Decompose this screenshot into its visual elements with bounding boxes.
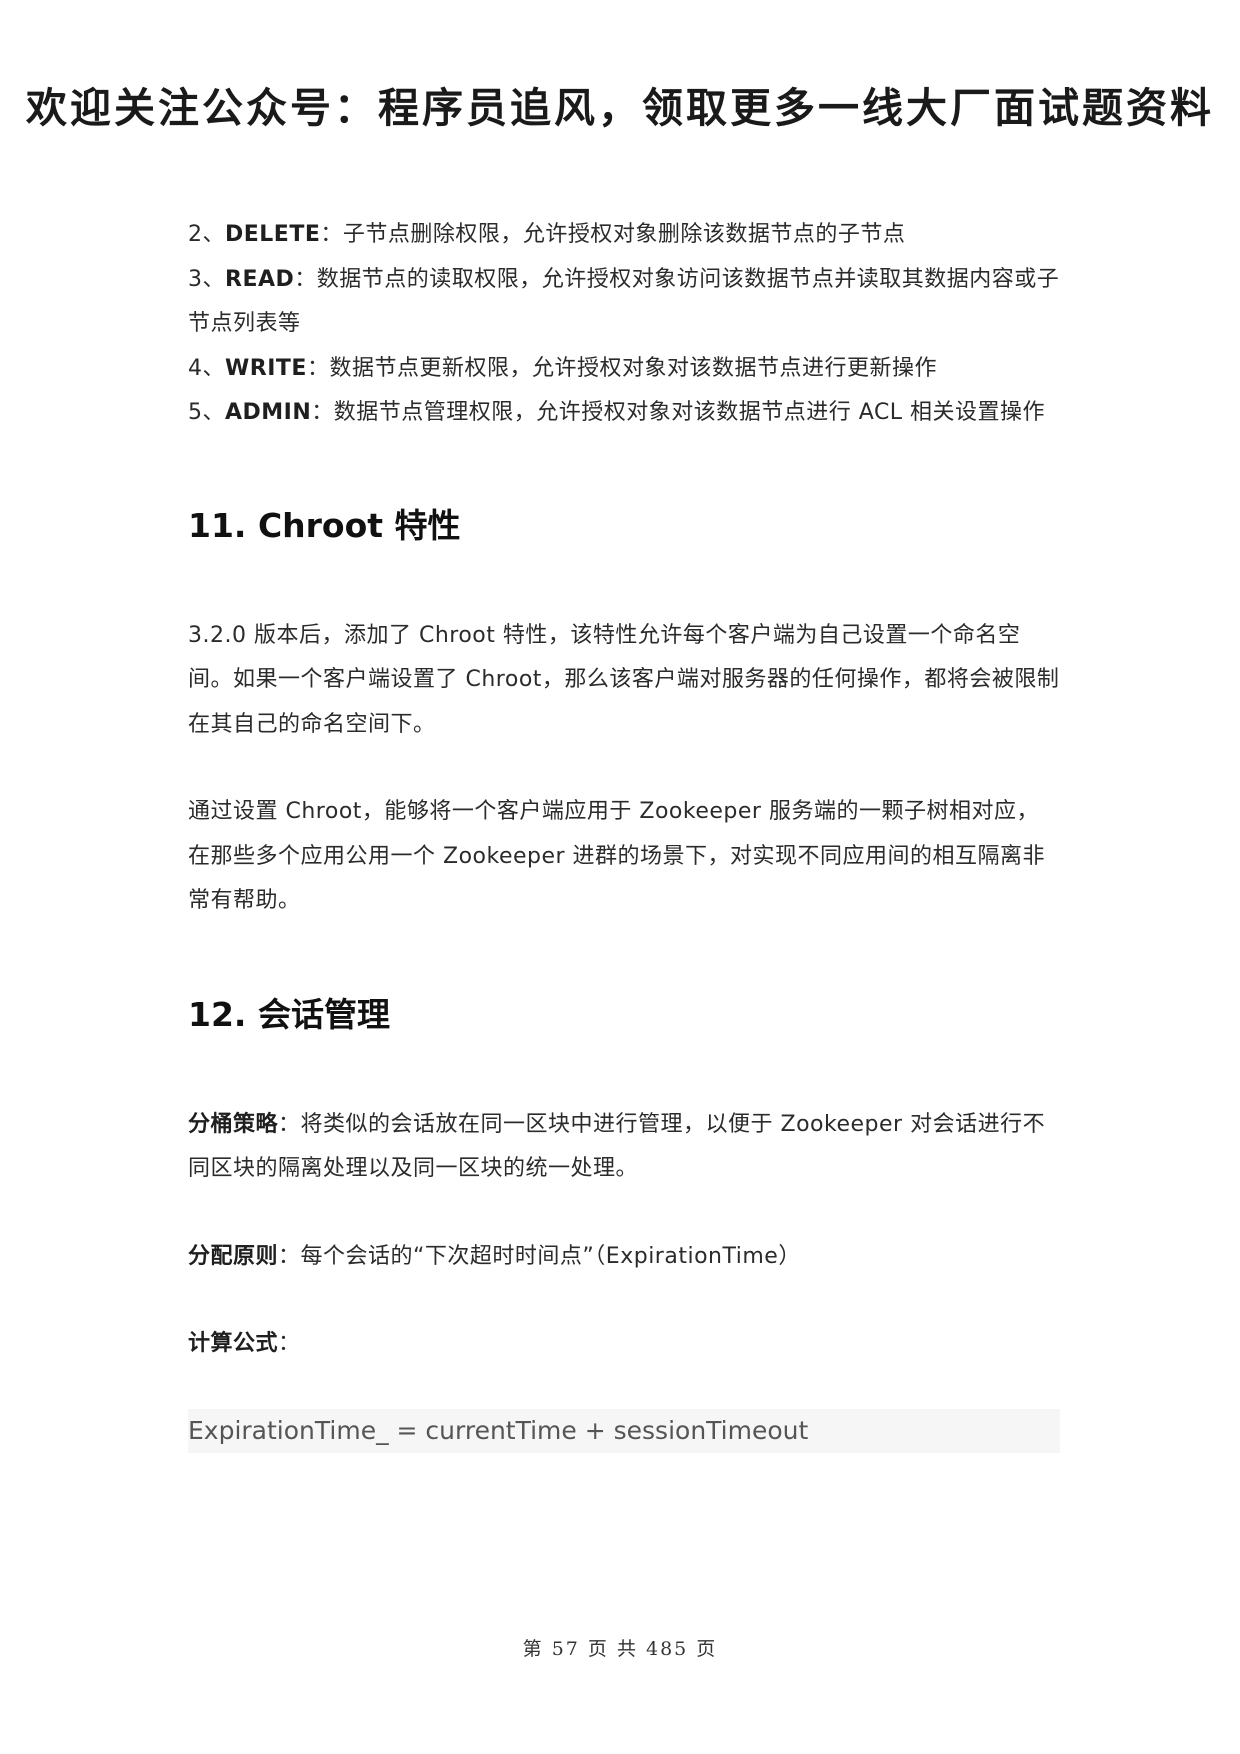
permission-list: 2、DELETE：子节点删除权限，允许授权对象删除该数据节点的子节点 3、REA… xyxy=(188,213,1060,436)
permission-name: DELETE xyxy=(225,222,321,247)
permission-name: ADMIN xyxy=(225,400,312,425)
permission-name: WRITE xyxy=(225,355,307,381)
section-heading-session: 12. 会话管理 xyxy=(188,994,390,1034)
formula-code-block: ExpirationTime_ = currentTime + sessionT… xyxy=(188,1408,1060,1453)
page-number-footer: 第 57 页 共 485 页 xyxy=(522,1638,718,1660)
allocation-rule-text: ：每个会话的“下次超时时间点”（ExpirationTime） xyxy=(278,1243,801,1269)
permission-desc: ：数据节点管理权限，允许授权对象对该数据节点进行 ACL 相关设置操作 xyxy=(311,400,1046,425)
allocation-rule-label: 分配原则 xyxy=(188,1243,279,1269)
permission-desc: ：子节点删除权限，允许授权对象删除该数据节点的子节点 xyxy=(320,222,906,247)
permission-name: READ xyxy=(225,266,295,292)
bucket-strategy-text: ：将类似的会话放在同一区块中进行管理，以便于 Zookeeper 对会话进行不同… xyxy=(188,1111,1046,1182)
page-content: 2、DELETE：子节点删除权限，允许授权对象删除该数据节点的子节点 3、REA… xyxy=(188,213,1060,1453)
bucket-strategy-label: 分桶策略 xyxy=(188,1111,279,1137)
list-item: 2、DELETE：子节点删除权限，允许授权对象删除该数据节点的子节点 xyxy=(188,213,1060,258)
list-item: 5、ADMIN：数据节点管理权限，允许授权对象对该数据节点进行 ACL 相关设置… xyxy=(188,391,1060,436)
list-item: 4、WRITE：数据节点更新权限，允许授权对象对该数据节点进行更新操作 xyxy=(188,347,1060,392)
formula-label: 计算公式 xyxy=(188,1331,279,1356)
chroot-paragraph-1: 3.2.0 版本后，添加了 Chroot 特性，该特性允许每个客户端为自己设置一… xyxy=(188,622,1060,737)
formula-colon: ： xyxy=(278,1331,301,1356)
item-number: 2、 xyxy=(188,222,225,247)
permission-desc: ：数据节点更新权限，允许授权对象对该数据节点进行更新操作 xyxy=(306,355,937,381)
promo-banner: 欢迎关注公众号：程序员追风，领取更多一线大厂面试题资料 xyxy=(26,84,1214,132)
chroot-paragraph-2: 通过设置 Chroot，能够将一个客户端应用于 Zookeeper 服务端的一颗… xyxy=(188,799,1046,913)
item-number: 5、 xyxy=(188,400,225,425)
item-number: 4、 xyxy=(188,355,225,381)
formula-heading: 计算公式： xyxy=(188,1322,1060,1367)
allocation-rule-paragraph: 分配原则：每个会话的“下次超时时间点”（ExpirationTime） xyxy=(188,1235,1060,1280)
item-number: 3、 xyxy=(188,266,225,292)
permission-desc: ：数据节点的读取权限，允许授权对象访问该数据节点并读取其数据内容或子节点列表等 xyxy=(188,266,1060,337)
section-heading-chroot: 11. Chroot 特性 xyxy=(188,505,461,545)
bucket-strategy-paragraph: 分桶策略：将类似的会话放在同一区块中进行管理，以便于 Zookeeper 对会话… xyxy=(188,1103,1060,1192)
list-item: 3、READ：数据节点的读取权限，允许授权对象访问该数据节点并读取其数据内容或子… xyxy=(188,258,1060,347)
